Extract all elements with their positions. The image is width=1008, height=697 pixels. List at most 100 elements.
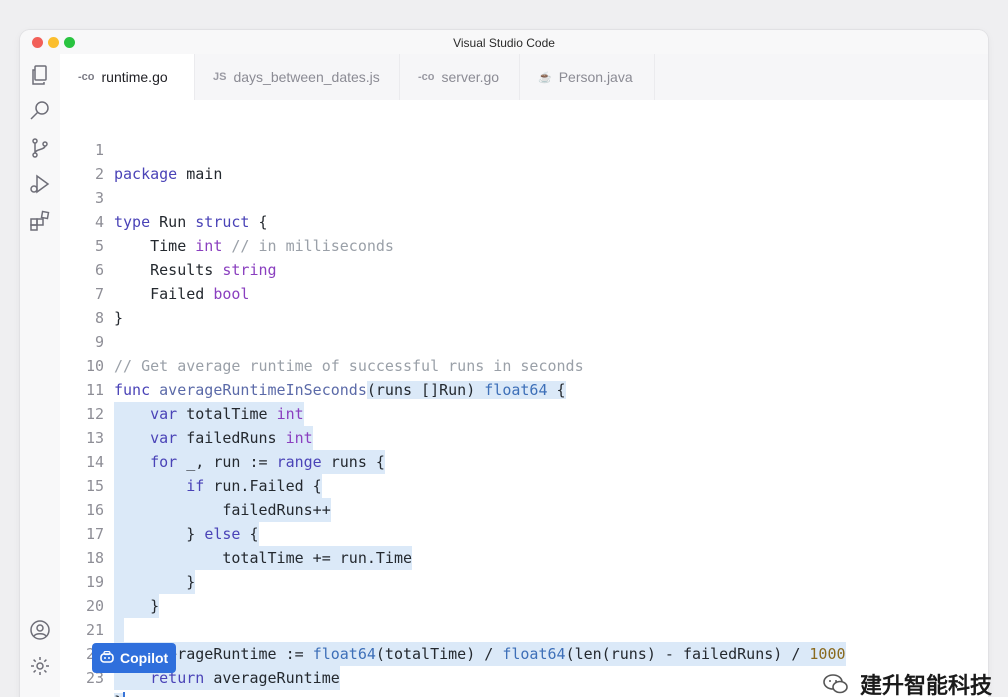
- vscode-window: Visual Studio Code -co runtime.go JS day…: [20, 30, 988, 697]
- code-line: 18 }: [60, 522, 196, 594]
- code-editor[interactable]: 1 package main 2 3 type Run struct { 4 T…: [60, 100, 988, 697]
- code-line: 15 failedRuns++: [60, 450, 331, 522]
- code-token: else: [204, 525, 241, 543]
- code-token: totalTime: [177, 405, 277, 423]
- code-token: 1000: [809, 645, 846, 663]
- code-token: runs {: [321, 453, 385, 471]
- code-token: averageRuntimeInSeconds: [150, 381, 367, 399]
- code-token: for: [150, 453, 178, 471]
- files-icon[interactable]: [28, 63, 52, 87]
- code-token: int: [276, 405, 304, 423]
- code-line: 11 var totalTime int: [60, 354, 304, 426]
- tab-person-java[interactable]: ☕ Person.java: [520, 54, 655, 100]
- code-token: (runs []Run): [366, 381, 485, 399]
- tab-server-go[interactable]: -co server.go: [400, 54, 520, 100]
- code-token: int: [195, 237, 223, 255]
- code-token: _, run :=: [177, 453, 277, 471]
- search-icon[interactable]: [28, 99, 52, 123]
- code-token: int: [285, 429, 313, 447]
- code-line: 10 func averageRuntimeInSeconds(runs []R…: [60, 330, 566, 399]
- code-line: 17 totalTime += run.Time: [60, 498, 413, 570]
- code-token: float64: [502, 645, 566, 663]
- code-token: {: [249, 213, 268, 231]
- window-title: Visual Studio Code: [453, 36, 555, 50]
- tab-label: days_between_dates.js: [233, 69, 380, 85]
- code-token: totalTime += run.Time: [222, 549, 413, 567]
- copilot-icon: [100, 650, 114, 666]
- code-token: }: [186, 525, 205, 543]
- code-token: struct: [195, 213, 250, 231]
- code-line: 7 }: [60, 258, 123, 327]
- code-line: 8: [60, 282, 114, 327]
- code-line: 14 if run.Failed {: [60, 426, 322, 498]
- code-line: 19 }: [60, 546, 160, 618]
- copilot-button[interactable]: Copilot: [92, 643, 176, 673]
- code-token: main: [177, 165, 223, 183]
- tab-label: server.go: [441, 69, 500, 85]
- code-line: 22 return averageRuntime: [60, 618, 340, 690]
- js-file-icon: JS: [213, 71, 227, 83]
- code-token: bool: [213, 285, 250, 303]
- code-token: if: [186, 477, 205, 495]
- extensions-icon[interactable]: [28, 209, 52, 233]
- code-comment: // Get average runtime of successful run…: [114, 357, 584, 375]
- code-token: (totalTime) /: [375, 645, 503, 663]
- text-cursor: [123, 692, 126, 697]
- tab-label: Person.java: [558, 69, 633, 85]
- code-token: {: [240, 525, 259, 543]
- code-token: string: [222, 261, 277, 279]
- tab-label: runtime.go: [101, 69, 168, 85]
- code-token: range: [276, 453, 322, 471]
- code-line: 1 package main: [60, 114, 222, 183]
- code-token: func: [114, 381, 151, 399]
- code-token: (len(runs) - failedRuns) /: [565, 645, 810, 663]
- code-token: Time: [150, 237, 196, 255]
- tab-runtime-go[interactable]: -co runtime.go: [60, 54, 195, 100]
- code-line: 3 type Run struct {: [60, 162, 268, 231]
- code-line: 12 var failedRuns int: [60, 378, 313, 450]
- code-token: var: [150, 429, 178, 447]
- code-line: 6 Failed bool: [60, 234, 250, 303]
- code-line: 21 averageRuntime := float64(totalTime) …: [60, 594, 846, 666]
- code-line: 20 ​: [60, 570, 124, 642]
- run-debug-icon[interactable]: [28, 172, 52, 196]
- code-token: failedRuns++: [222, 501, 331, 519]
- code-line: 4 Time int // in milliseconds: [60, 186, 394, 255]
- activity-bar: [20, 54, 60, 697]
- wechat-icon: [822, 673, 850, 695]
- code-line: 2: [60, 138, 114, 183]
- code-token: }: [114, 309, 124, 327]
- title-bar: Visual Studio Code: [20, 30, 988, 54]
- account-icon[interactable]: [28, 618, 52, 642]
- copilot-label: Copilot: [120, 650, 169, 666]
- code-comment: // in milliseconds: [222, 237, 394, 255]
- code-token: float64: [484, 381, 548, 399]
- code-token: failedRuns: [177, 429, 286, 447]
- java-file-icon: ☕: [538, 71, 552, 84]
- tab-days-between-dates-js[interactable]: JS days_between_dates.js: [195, 54, 400, 100]
- code-token: run.Failed {: [204, 477, 322, 495]
- code-line: 9 // Get average runtime of successful r…: [60, 306, 584, 375]
- code-token: type: [114, 213, 151, 231]
- code-token: Failed: [150, 285, 214, 303]
- code-token: }: [186, 573, 196, 591]
- settings-gear-icon[interactable]: [28, 654, 52, 678]
- go-file-icon: -co: [418, 71, 435, 83]
- watermark: 建升智能科技: [822, 668, 992, 697]
- code-token: averageRuntime: [204, 669, 340, 687]
- code-token: }: [114, 693, 124, 697]
- go-file-icon: -co: [78, 71, 95, 83]
- code-token: var: [150, 405, 178, 423]
- code-token: package: [114, 165, 178, 183]
- code-line: 16 } else {: [60, 474, 259, 546]
- code-line: 13 for _, run := range runs {: [60, 402, 385, 474]
- code-line: 5 Results string: [60, 210, 277, 279]
- code-token: Results: [150, 261, 223, 279]
- code-token: }: [150, 597, 160, 615]
- code-token: float64: [312, 645, 376, 663]
- source-control-icon[interactable]: [28, 136, 52, 160]
- code-token: {: [547, 381, 566, 399]
- watermark-text: 建升智能科技: [859, 673, 992, 697]
- code-token: Run: [150, 213, 196, 231]
- editor-tab-bar: -co runtime.go JS days_between_dates.js …: [60, 54, 988, 100]
